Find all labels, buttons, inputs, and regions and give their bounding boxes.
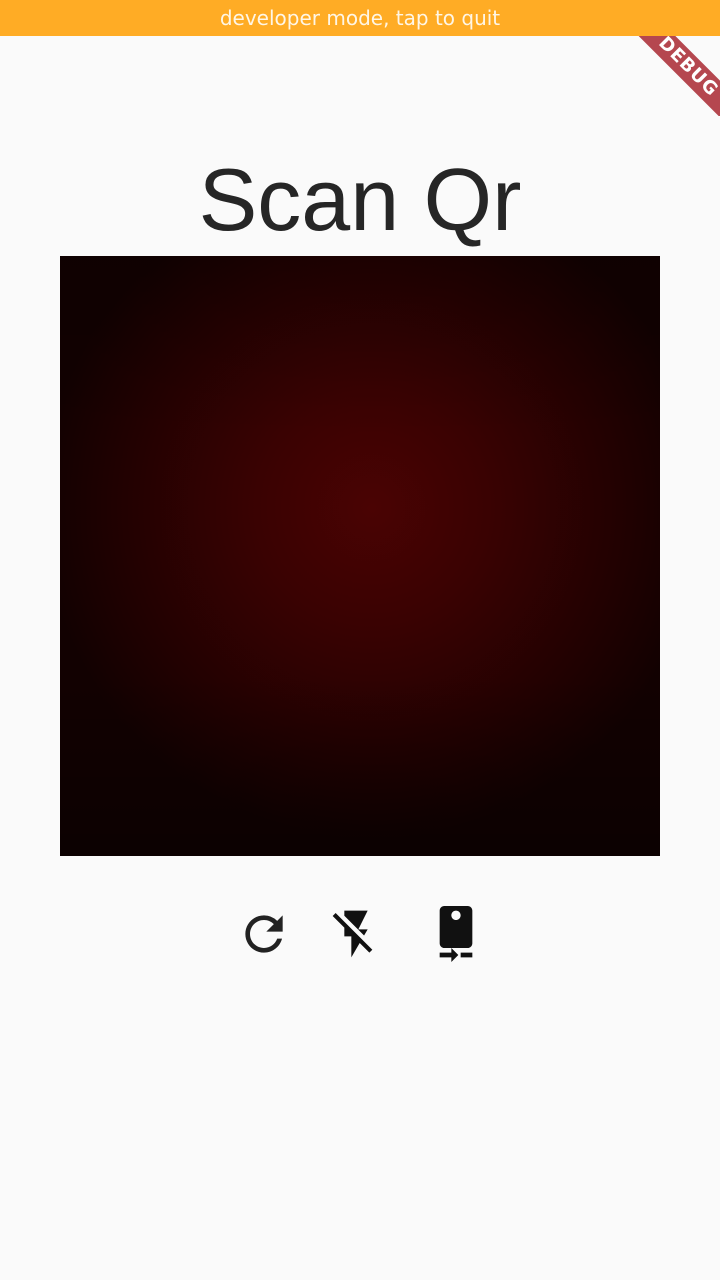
flash-off-icon bbox=[332, 910, 373, 958]
refresh-button[interactable] bbox=[236, 906, 292, 962]
debug-ribbon-container: DEBUG bbox=[630, 36, 720, 116]
debug-ribbon: DEBUG bbox=[630, 36, 720, 116]
flash-toggle-button[interactable] bbox=[328, 906, 384, 962]
page-title: Scan Qr bbox=[198, 150, 522, 249]
refresh-icon bbox=[245, 915, 283, 953]
switch-camera-icon bbox=[439, 906, 473, 962]
developer-mode-banner[interactable]: developer mode, tap to quit bbox=[0, 0, 720, 36]
switch-camera-button[interactable] bbox=[428, 906, 484, 962]
scanner-controls bbox=[0, 906, 720, 962]
qr-camera-preview[interactable] bbox=[60, 256, 660, 856]
